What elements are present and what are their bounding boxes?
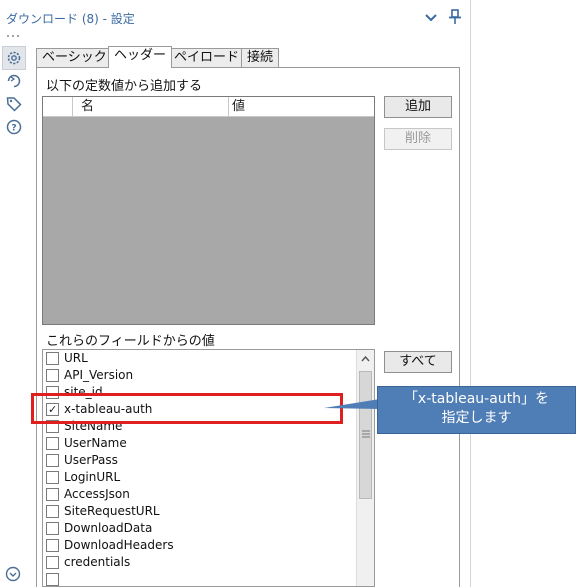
- field-label: AccessJson: [64, 487, 130, 501]
- constants-grid[interactable]: 名 値: [42, 96, 375, 325]
- checkbox[interactable]: [46, 488, 59, 501]
- chevron-down-icon[interactable]: [424, 12, 438, 24]
- checkbox[interactable]: [46, 522, 59, 535]
- list-item[interactable]: URL: [43, 350, 355, 367]
- field-label: URL: [64, 351, 88, 365]
- field-label: LoginURL: [64, 470, 121, 484]
- field-checklist[interactable]: URL API_Version site_id ✓ x-tableau-auth…: [42, 349, 375, 587]
- checkbox[interactable]: [46, 556, 59, 569]
- list-scrollbar[interactable]: [356, 350, 374, 586]
- column-header-value[interactable]: 値: [229, 97, 374, 117]
- constants-section-label: 以下の定数値から追加する: [46, 79, 203, 94]
- list-item[interactable]: UserName: [43, 435, 355, 452]
- title-bar: ダウンロード (8) - 設定: [0, 0, 471, 34]
- checkbox[interactable]: [46, 454, 59, 467]
- scroll-thumb[interactable]: [359, 371, 372, 499]
- tab-payload[interactable]: ペイロード: [168, 48, 246, 68]
- refresh-arrow-icon[interactable]: [5, 72, 23, 90]
- list-item[interactable]: credentials: [43, 554, 355, 571]
- select-all-button[interactable]: すべて: [384, 351, 452, 373]
- list-item-partial[interactable]: [43, 571, 355, 586]
- checkbox[interactable]: [46, 437, 59, 450]
- field-label: UserPass: [64, 453, 118, 467]
- checkbox[interactable]: [46, 369, 59, 382]
- tab-basic[interactable]: ベーシック: [36, 48, 113, 68]
- column-header-name[interactable]: 名: [73, 97, 229, 117]
- add-button[interactable]: 追加: [384, 96, 452, 118]
- scroll-up-icon[interactable]: [361, 355, 370, 362]
- more-dots-icon[interactable]: [6, 33, 20, 39]
- help-icon[interactable]: ?: [5, 118, 23, 136]
- grid-header-row: 名 値: [43, 97, 374, 117]
- tab-connection[interactable]: 接続: [241, 48, 280, 68]
- status-circle-icon: [5, 566, 21, 582]
- field-label: credentials: [64, 555, 131, 569]
- annotation-callout: 「x-tableau-auth」を 指定します: [377, 386, 576, 434]
- list-item[interactable]: DownloadHeaders: [43, 537, 355, 554]
- grip-icon: [362, 430, 370, 438]
- checkbox[interactable]: [46, 471, 59, 484]
- window-title: ダウンロード (8) - 設定: [6, 12, 135, 26]
- grid-corner-cell: [43, 97, 73, 117]
- field-label: UserName: [64, 436, 127, 450]
- field-label: DownloadData: [64, 521, 153, 535]
- checkbox[interactable]: [46, 352, 59, 365]
- list-item[interactable]: SiteRequestURL: [43, 503, 355, 520]
- svg-text:?: ?: [11, 124, 16, 134]
- fields-section-label: これらのフィールドからの値: [46, 334, 215, 349]
- callout-line-2: 指定します: [441, 410, 512, 426]
- callout-line-1: 「x-tableau-auth」を: [403, 391, 550, 407]
- checkbox[interactable]: [46, 505, 59, 518]
- field-label: DownloadHeaders: [64, 538, 174, 552]
- checkbox[interactable]: [46, 539, 59, 552]
- highlight-box: [31, 393, 343, 424]
- configuration-panel: ダウンロード (8) - 設定 ? ベーシック ヘッダー ペイロード 接続 以下: [0, 0, 471, 587]
- list-item[interactable]: AccessJson: [43, 486, 355, 503]
- field-label: SiteRequestURL: [64, 504, 160, 518]
- field-label: API_Version: [64, 368, 134, 382]
- delete-button[interactable]: 削除: [384, 128, 452, 150]
- pin-icon[interactable]: [448, 9, 462, 25]
- list-item[interactable]: UserPass: [43, 452, 355, 469]
- tag-icon[interactable]: [5, 95, 23, 113]
- checkbox[interactable]: [46, 573, 59, 586]
- callout-pointer: [324, 399, 380, 409]
- list-item[interactable]: LoginURL: [43, 469, 355, 486]
- list-item[interactable]: API_Version: [43, 367, 355, 384]
- tab-header[interactable]: ヘッダー: [108, 46, 173, 68]
- list-item[interactable]: DownloadData: [43, 520, 355, 537]
- settings-gear-icon[interactable]: [5, 49, 23, 67]
